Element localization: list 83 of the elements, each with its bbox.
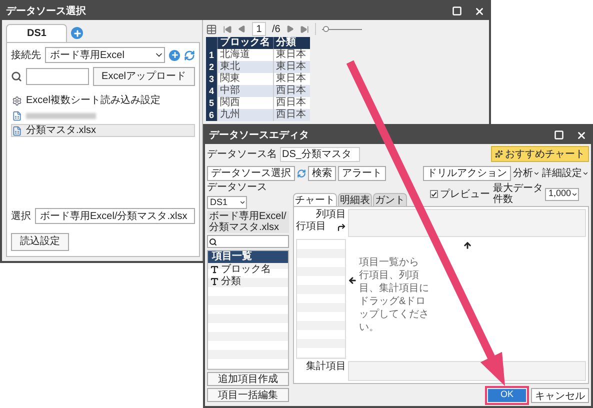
row-items-label: 行項目: [296, 221, 326, 233]
tab[interactable]: DS1: [6, 24, 68, 42]
zoom-slider-thumb[interactable]: [323, 26, 330, 32]
row-number: 5: [206, 97, 217, 109]
preview-label: プレビュー: [440, 188, 490, 202]
select-datasource-button[interactable]: データソース選択: [207, 166, 295, 180]
grid-icon[interactable]: [206, 24, 217, 34]
text-type-icon: [210, 264, 219, 274]
add-tab-icon[interactable]: [71, 27, 84, 39]
row-number: 6: [206, 109, 217, 121]
selection-label: 選択: [11, 210, 31, 224]
first-page-icon[interactable]: [223, 24, 232, 34]
table-cell: 九州: [217, 109, 273, 121]
datasource-label: データソース: [207, 182, 268, 194]
max-rows-label: 最大データ件数: [493, 183, 543, 205]
field-item[interactable]: ブロック名: [208, 263, 288, 275]
maximize-icon[interactable]: [554, 130, 564, 140]
preview-checkbox[interactable]: [430, 190, 438, 198]
window-title: データソース選択: [6, 4, 87, 18]
gear-icon: [12, 96, 22, 106]
sparkle-icon: [495, 150, 503, 158]
last-page-icon[interactable]: [300, 24, 310, 34]
window-title: データソースエディタ: [209, 128, 310, 142]
refresh-icon[interactable]: [184, 50, 195, 60]
search-icon: [209, 238, 217, 246]
column-items-label: 列項目: [316, 209, 346, 221]
datasource-path: ボード専用Excel/分類マスタ.xlsx: [207, 211, 289, 233]
dropdown-icon: [571, 190, 578, 198]
datasource-select[interactable]: DS1: [207, 196, 247, 209]
table-cell: 西日本: [273, 109, 310, 121]
up-arrow-icon: [462, 241, 472, 250]
spreadsheet-icon: [12, 110, 22, 120]
aggregate-drop-zone[interactable]: [348, 361, 586, 381]
file-list-item[interactable]: 分類マスタ.xlsx: [11, 124, 195, 137]
close-icon[interactable]: [576, 130, 587, 140]
field-list-header: 項目一覧: [208, 251, 288, 263]
datasource-name-field[interactable]: DS_分類マスタ: [280, 146, 360, 162]
toolbar-button[interactable]: ドリルアクション: [423, 166, 511, 180]
aggregate-items-label: 集計項目: [306, 361, 346, 373]
recommend-chart-button[interactable]: おすすめチャート: [491, 146, 589, 162]
close-icon[interactable]: [474, 6, 485, 16]
add-icon[interactable]: [169, 50, 180, 60]
datasource-name-label: データソース名: [207, 148, 277, 162]
connection-label: 接続先: [11, 48, 41, 62]
file-list-item[interactable]: Excel複数シート読み込み設定: [11, 94, 195, 107]
editor-tab[interactable]: チャート: [293, 193, 337, 206]
field-action-button[interactable]: 項目一括編集: [207, 388, 289, 402]
maximize-icon[interactable]: [452, 6, 462, 16]
dropdown-icon: [582, 170, 589, 176]
swap-arrow-icon[interactable]: [337, 222, 346, 232]
row-number: 3: [206, 73, 217, 85]
field-search-field[interactable]: [207, 235, 289, 248]
selection-field[interactable]: ボード専用Excel/分類マスタ.xlsx: [35, 208, 195, 224]
page-field[interactable]: 1: [252, 22, 266, 36]
cancel-button[interactable]: キャンセル: [531, 388, 589, 402]
refresh-icon[interactable]: [297, 168, 306, 178]
field-item[interactable]: 分類: [208, 275, 288, 287]
previous-page-icon[interactable]: [238, 25, 246, 33]
drop-instructions: 項目一覧から 行項目、列項目、集計項目に ドラッグ&ドロップしてください。: [359, 256, 430, 334]
spreadsheet-icon: [12, 126, 22, 136]
page-total: /6: [272, 22, 280, 36]
ok-button[interactable]: OK: [488, 388, 526, 402]
text-type-icon: [210, 276, 219, 286]
dropdown-icon: [239, 199, 246, 206]
toolbar-button[interactable]: 検索: [308, 166, 336, 180]
field-action-button[interactable]: 追加項目作成: [207, 372, 289, 386]
menu-button[interactable]: 分析: [513, 166, 540, 180]
search-field[interactable]: [26, 68, 89, 85]
search-icon: [11, 71, 22, 82]
max-rows-select[interactable]: 1,000: [545, 188, 579, 200]
next-page-icon[interactable]: [286, 25, 294, 33]
read-settings-button[interactable]: 読込設定: [11, 232, 69, 250]
row-number: 1: [206, 49, 217, 61]
toolbar-button[interactable]: アラート: [338, 166, 386, 180]
left-arrow-icon: [348, 276, 357, 285]
editor-tab[interactable]: ガント: [373, 193, 407, 206]
row-number: 2: [206, 61, 217, 73]
editor-tab[interactable]: 明細表: [338, 193, 372, 206]
menu-button[interactable]: 詳細設定: [542, 166, 589, 180]
row-number: 4: [206, 85, 217, 97]
dropdown-icon: [533, 170, 540, 176]
connection-select[interactable]: ボード専用Excel: [45, 47, 165, 63]
excel-upload-button[interactable]: Excelアップロード: [92, 67, 195, 86]
